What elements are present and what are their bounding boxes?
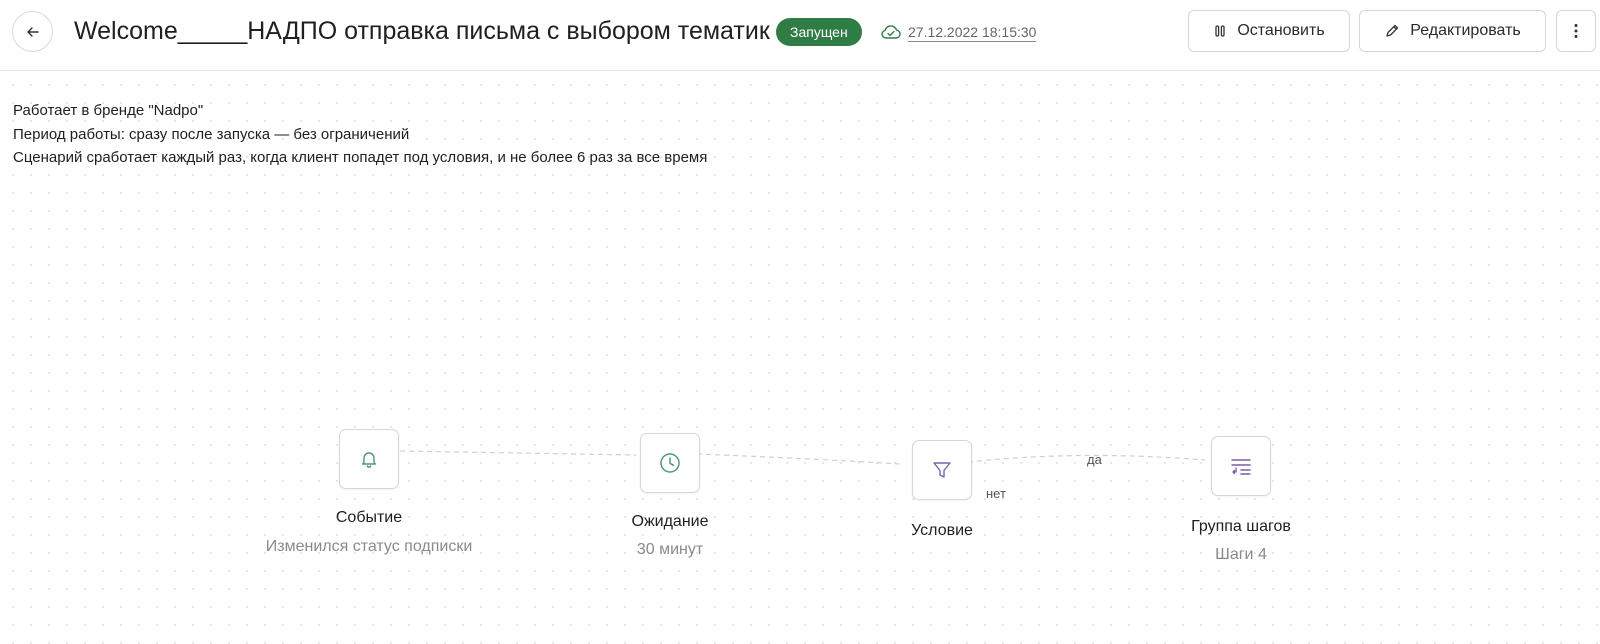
branch-label-yes: да [1087, 452, 1102, 467]
page-title: Welcome_____НАДПО отправка письма с выбо… [74, 17, 770, 45]
connector-event-wait [399, 450, 637, 456]
flow-node-event-subtitle: Изменился статус подписки [265, 538, 473, 555]
bell-icon [359, 449, 379, 469]
flow-node-event[interactable] [339, 429, 399, 489]
flow-connectors [399, 450, 1206, 465]
flow-node-wait-title: Ожидание [631, 513, 709, 530]
scenario-info: Работает в бренде "Nadpo" Период работы:… [13, 99, 707, 170]
edit-button-label: Редактировать [1410, 22, 1521, 39]
more-button[interactable] [1556, 10, 1596, 52]
flow-node-condition[interactable] [912, 440, 972, 500]
frequency-info: Сценарий сработает каждый раз, когда кли… [13, 149, 708, 166]
arrow-left-icon [25, 24, 41, 40]
flow-node-event-title: Событие [335, 509, 403, 526]
status-badge: Запущен [776, 18, 862, 46]
clock-icon [658, 451, 682, 475]
saved-date-link[interactable]: 27.12.2022 18:15:30 [908, 23, 1037, 42]
flow-node-condition-title: Условие [911, 522, 973, 539]
stop-button-label: Остановить [1237, 22, 1325, 39]
flow-node-wait-subtitle: 30 минут [636, 541, 704, 558]
flow-node-wait[interactable] [640, 433, 700, 493]
branch-label-no: нет [986, 486, 1006, 501]
connector-wait-condition [696, 453, 901, 465]
stop-button[interactable]: Остановить [1188, 10, 1350, 52]
filter-icon [931, 459, 953, 481]
flow-node-step-group[interactable] [1211, 436, 1271, 496]
flow-node-step-group-title: Группа шагов [1191, 518, 1291, 535]
step-group-icon [1229, 455, 1253, 477]
pause-icon [1213, 24, 1227, 38]
pencil-icon [1384, 23, 1400, 39]
edit-button[interactable]: Редактировать [1359, 10, 1546, 52]
saved-indicator: 27.12.2022 18:15:30 [880, 20, 1037, 44]
flow-node-step-group-subtitle: Шаги 4 [1215, 546, 1267, 563]
header: Welcome_____НАДПО отправка письма с выбо… [0, 0, 1600, 71]
more-vertical-icon [1574, 23, 1578, 39]
period-info: Период работы: сразу после запуска — без… [13, 125, 410, 143]
cloud-check-icon [880, 22, 902, 42]
back-button[interactable] [12, 11, 53, 52]
brand-info: Работает в бренде "Nadpo" [13, 102, 204, 119]
